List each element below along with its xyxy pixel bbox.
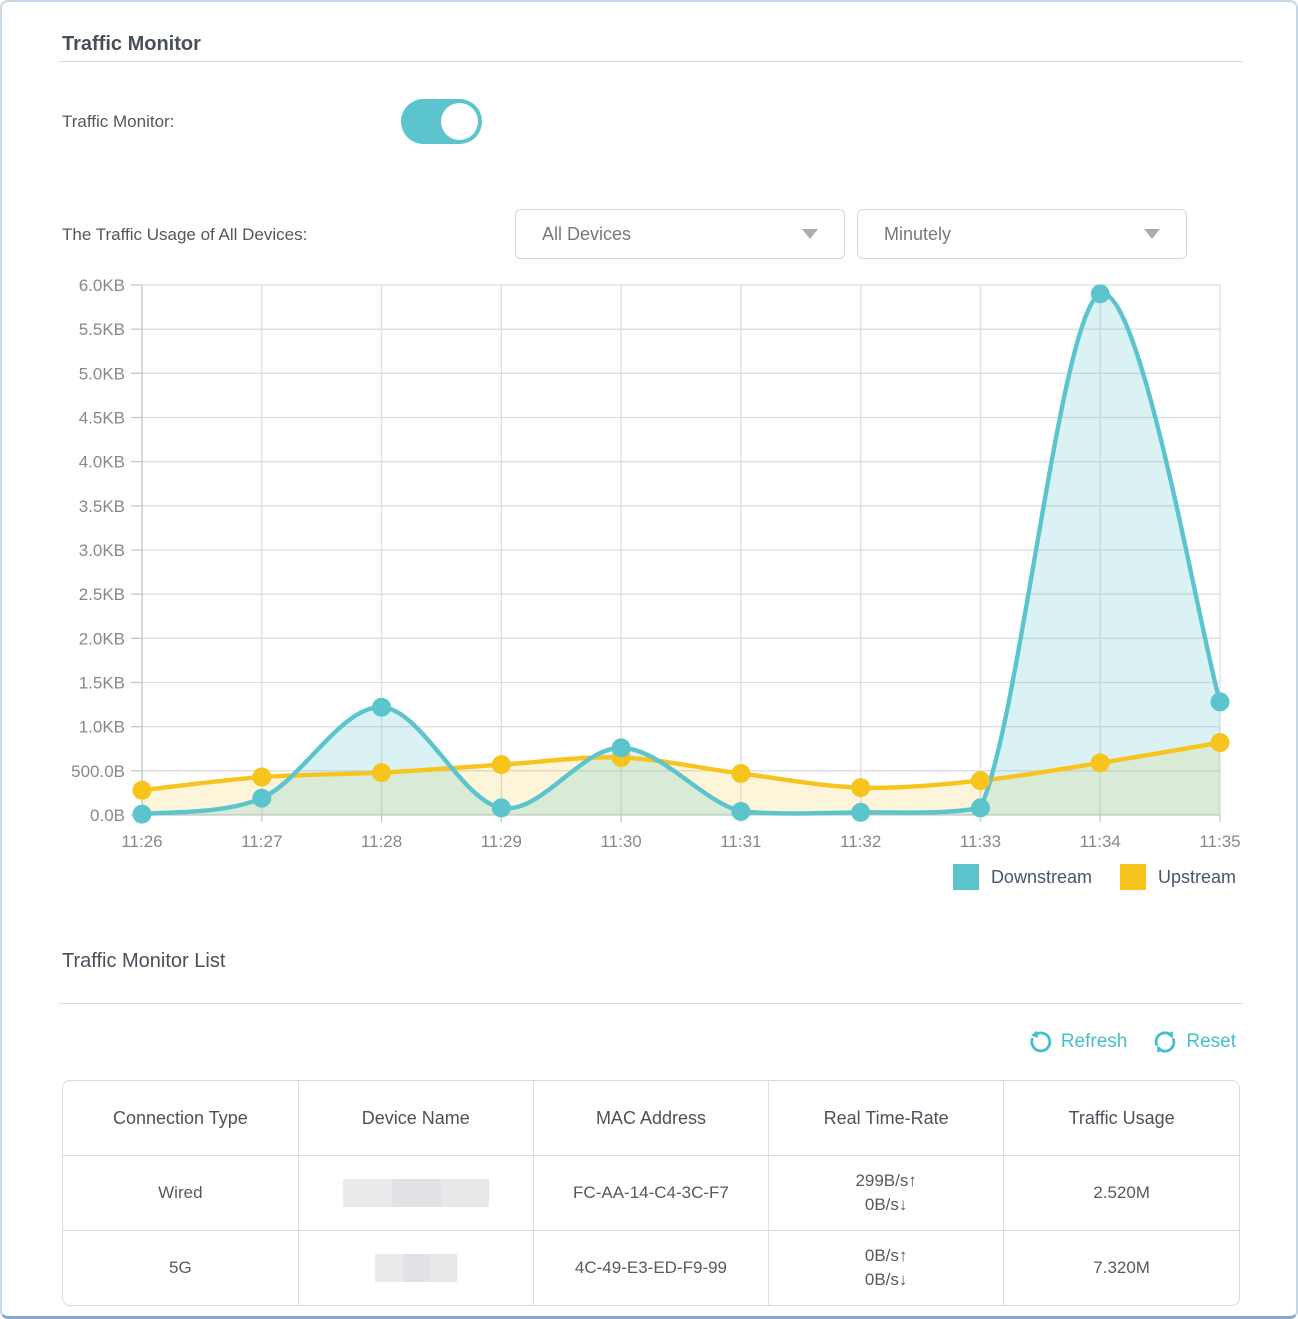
svg-text:11:27: 11:27 [241, 832, 282, 851]
svg-text:4.5KB: 4.5KB [79, 409, 125, 428]
traffic-monitor-toggle[interactable] [401, 99, 482, 144]
svg-text:1.0KB: 1.0KB [79, 718, 125, 737]
device-select[interactable]: All Devices [515, 209, 845, 259]
downstream-legend-swatch [953, 864, 979, 890]
mac-address-cell: FC-AA-14-C4-3C-F7 [533, 1156, 768, 1231]
svg-text:500.0B: 500.0B [71, 762, 125, 781]
col-header-connection-type: Connection Type [63, 1081, 298, 1156]
legend-item-upstream: Upstream [1120, 864, 1236, 890]
svg-text:0.0B: 0.0B [90, 806, 125, 825]
traffic-usage-label: The Traffic Usage of All Devices: [62, 225, 307, 245]
svg-text:3.5KB: 3.5KB [79, 497, 125, 516]
rate-up: 299B/s↑ [769, 1169, 1003, 1193]
interval-select-value: Minutely [884, 224, 1144, 245]
toggle-knob [441, 103, 478, 140]
svg-text:1.5KB: 1.5KB [79, 674, 125, 693]
upstream-legend-swatch [1120, 864, 1146, 890]
real-time-rate-cell: 0B/s↑ 0B/s↓ [769, 1231, 1004, 1306]
chevron-down-icon [1144, 229, 1160, 239]
col-header-traffic-usage: Traffic Usage [1004, 1081, 1239, 1156]
rate-down: 0B/s↓ [769, 1193, 1003, 1217]
svg-text:11:33: 11:33 [960, 832, 1001, 851]
svg-text:11:26: 11:26 [121, 832, 162, 851]
svg-text:11:31: 11:31 [720, 832, 761, 851]
reset-button[interactable]: Reset [1153, 1030, 1236, 1054]
list-actions: Refresh Reset [1028, 1030, 1236, 1054]
device-select-value: All Devices [542, 224, 802, 245]
chevron-down-icon [802, 229, 818, 239]
svg-text:4.0KB: 4.0KB [79, 453, 125, 472]
svg-text:11:32: 11:32 [840, 832, 881, 851]
reset-label: Reset [1186, 1031, 1236, 1053]
col-header-mac-address: MAC Address [533, 1081, 768, 1156]
svg-text:3.0KB: 3.0KB [79, 541, 125, 560]
svg-text:11:30: 11:30 [600, 832, 641, 851]
mac-address-cell: 4C-49-E3-ED-F9-99 [533, 1231, 768, 1306]
svg-text:11:35: 11:35 [1199, 832, 1240, 851]
section-divider [59, 61, 1243, 62]
chart-legend: Downstream Upstream [937, 864, 1236, 890]
svg-text:5.5KB: 5.5KB [79, 320, 125, 339]
svg-text:5.0KB: 5.0KB [79, 364, 125, 383]
refresh-icon [1028, 1030, 1052, 1054]
svg-text:11:28: 11:28 [361, 832, 402, 851]
list-section-title: Traffic Monitor List [62, 950, 225, 973]
traffic-monitor-table: Connection Type Device Name MAC Address … [62, 1080, 1240, 1306]
section-divider [59, 1003, 1243, 1004]
reset-icon [1153, 1030, 1177, 1054]
device-name-cell [298, 1156, 533, 1231]
table-header-row: Connection Type Device Name MAC Address … [63, 1081, 1239, 1156]
redacted-device-name [343, 1179, 489, 1207]
page-title: Traffic Monitor [62, 33, 201, 56]
svg-text:6.0KB: 6.0KB [79, 276, 125, 295]
rate-down: 0B/s↓ [769, 1268, 1003, 1292]
svg-text:2.5KB: 2.5KB [79, 585, 125, 604]
traffic-usage-cell: 7.320M [1004, 1231, 1239, 1306]
traffic-usage-cell: 2.520M [1004, 1156, 1239, 1231]
table-row: 5G 4C-49-E3-ED-F9-99 0B/s↑ 0B/s↓ 7.320M [63, 1231, 1239, 1306]
svg-text:11:34: 11:34 [1080, 832, 1121, 851]
traffic-chart: 0.0B 500.0B 1.0KB 1.5KB 2.0KB 2.5KB 3.0KB 3.5KB… [62, 270, 1240, 870]
svg-text:11:29: 11:29 [481, 832, 522, 851]
legend-item-downstream: Downstream [953, 864, 1092, 890]
device-name-cell [298, 1231, 533, 1306]
traffic-monitor-page: Traffic Monitor Traffic Monitor: The Tra… [0, 0, 1298, 1319]
upstream-legend-label: Upstream [1158, 867, 1236, 888]
table-row: Wired FC-AA-14-C4-3C-F7 299B/s↑ 0B/s↓ 2.… [63, 1156, 1239, 1231]
refresh-label: Refresh [1061, 1031, 1128, 1053]
redacted-device-name [375, 1254, 457, 1282]
interval-select[interactable]: Minutely [857, 209, 1187, 259]
col-header-device-name: Device Name [298, 1081, 533, 1156]
traffic-monitor-toggle-label: Traffic Monitor: [62, 112, 174, 132]
connection-type-cell: 5G [63, 1231, 298, 1306]
downstream-legend-label: Downstream [991, 867, 1092, 888]
real-time-rate-cell: 299B/s↑ 0B/s↓ [769, 1156, 1004, 1231]
col-header-real-time-rate: Real Time-Rate [769, 1081, 1004, 1156]
connection-type-cell: Wired [63, 1156, 298, 1231]
svg-text:2.0KB: 2.0KB [79, 629, 125, 648]
refresh-button[interactable]: Refresh [1028, 1030, 1128, 1054]
rate-up: 0B/s↑ [769, 1244, 1003, 1268]
